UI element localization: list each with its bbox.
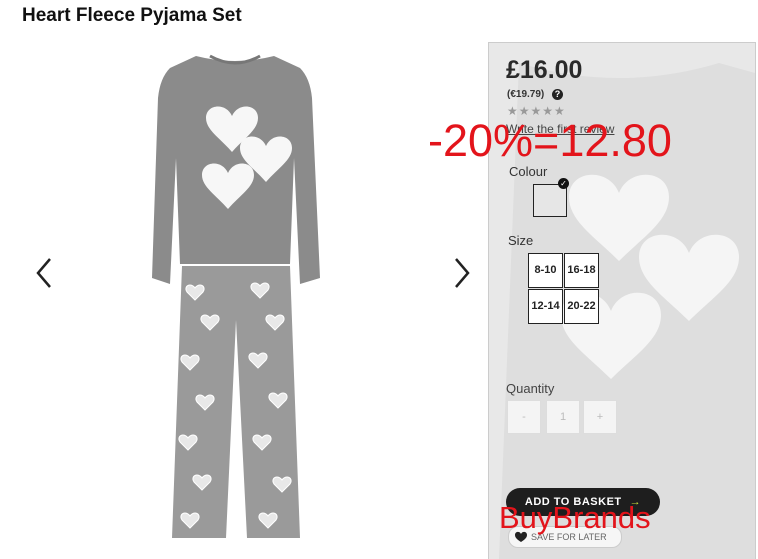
size-option-12-14[interactable]: 12-14 [528, 289, 563, 324]
brand-watermark: BuyBrands [499, 500, 651, 535]
promo-overlay-text: -20%=12.80 [428, 115, 672, 166]
product-title: Heart Fleece Pyjama Set [22, 5, 242, 26]
product-image [152, 54, 320, 538]
quantity-increase-button[interactable]: + [583, 400, 617, 434]
size-option-16-18[interactable]: 16-18 [564, 253, 599, 288]
size-option-20-22[interactable]: 20-22 [564, 289, 599, 324]
chevron-right-icon[interactable] [446, 255, 476, 291]
help-icon[interactable]: ? [552, 89, 563, 100]
price: £16.00 [506, 56, 583, 84]
check-icon: ✓ [558, 178, 569, 189]
colour-label: Colour [509, 164, 548, 179]
size-option-8-10[interactable]: 8-10 [528, 253, 563, 288]
chevron-left-icon[interactable] [30, 255, 60, 291]
size-label: Size [508, 233, 534, 248]
euro-price: (€19.79) [507, 89, 545, 100]
quantity-label: Quantity [506, 381, 555, 396]
quantity-decrease-button[interactable]: - [507, 400, 541, 434]
quantity-input[interactable]: 1 [546, 400, 580, 434]
